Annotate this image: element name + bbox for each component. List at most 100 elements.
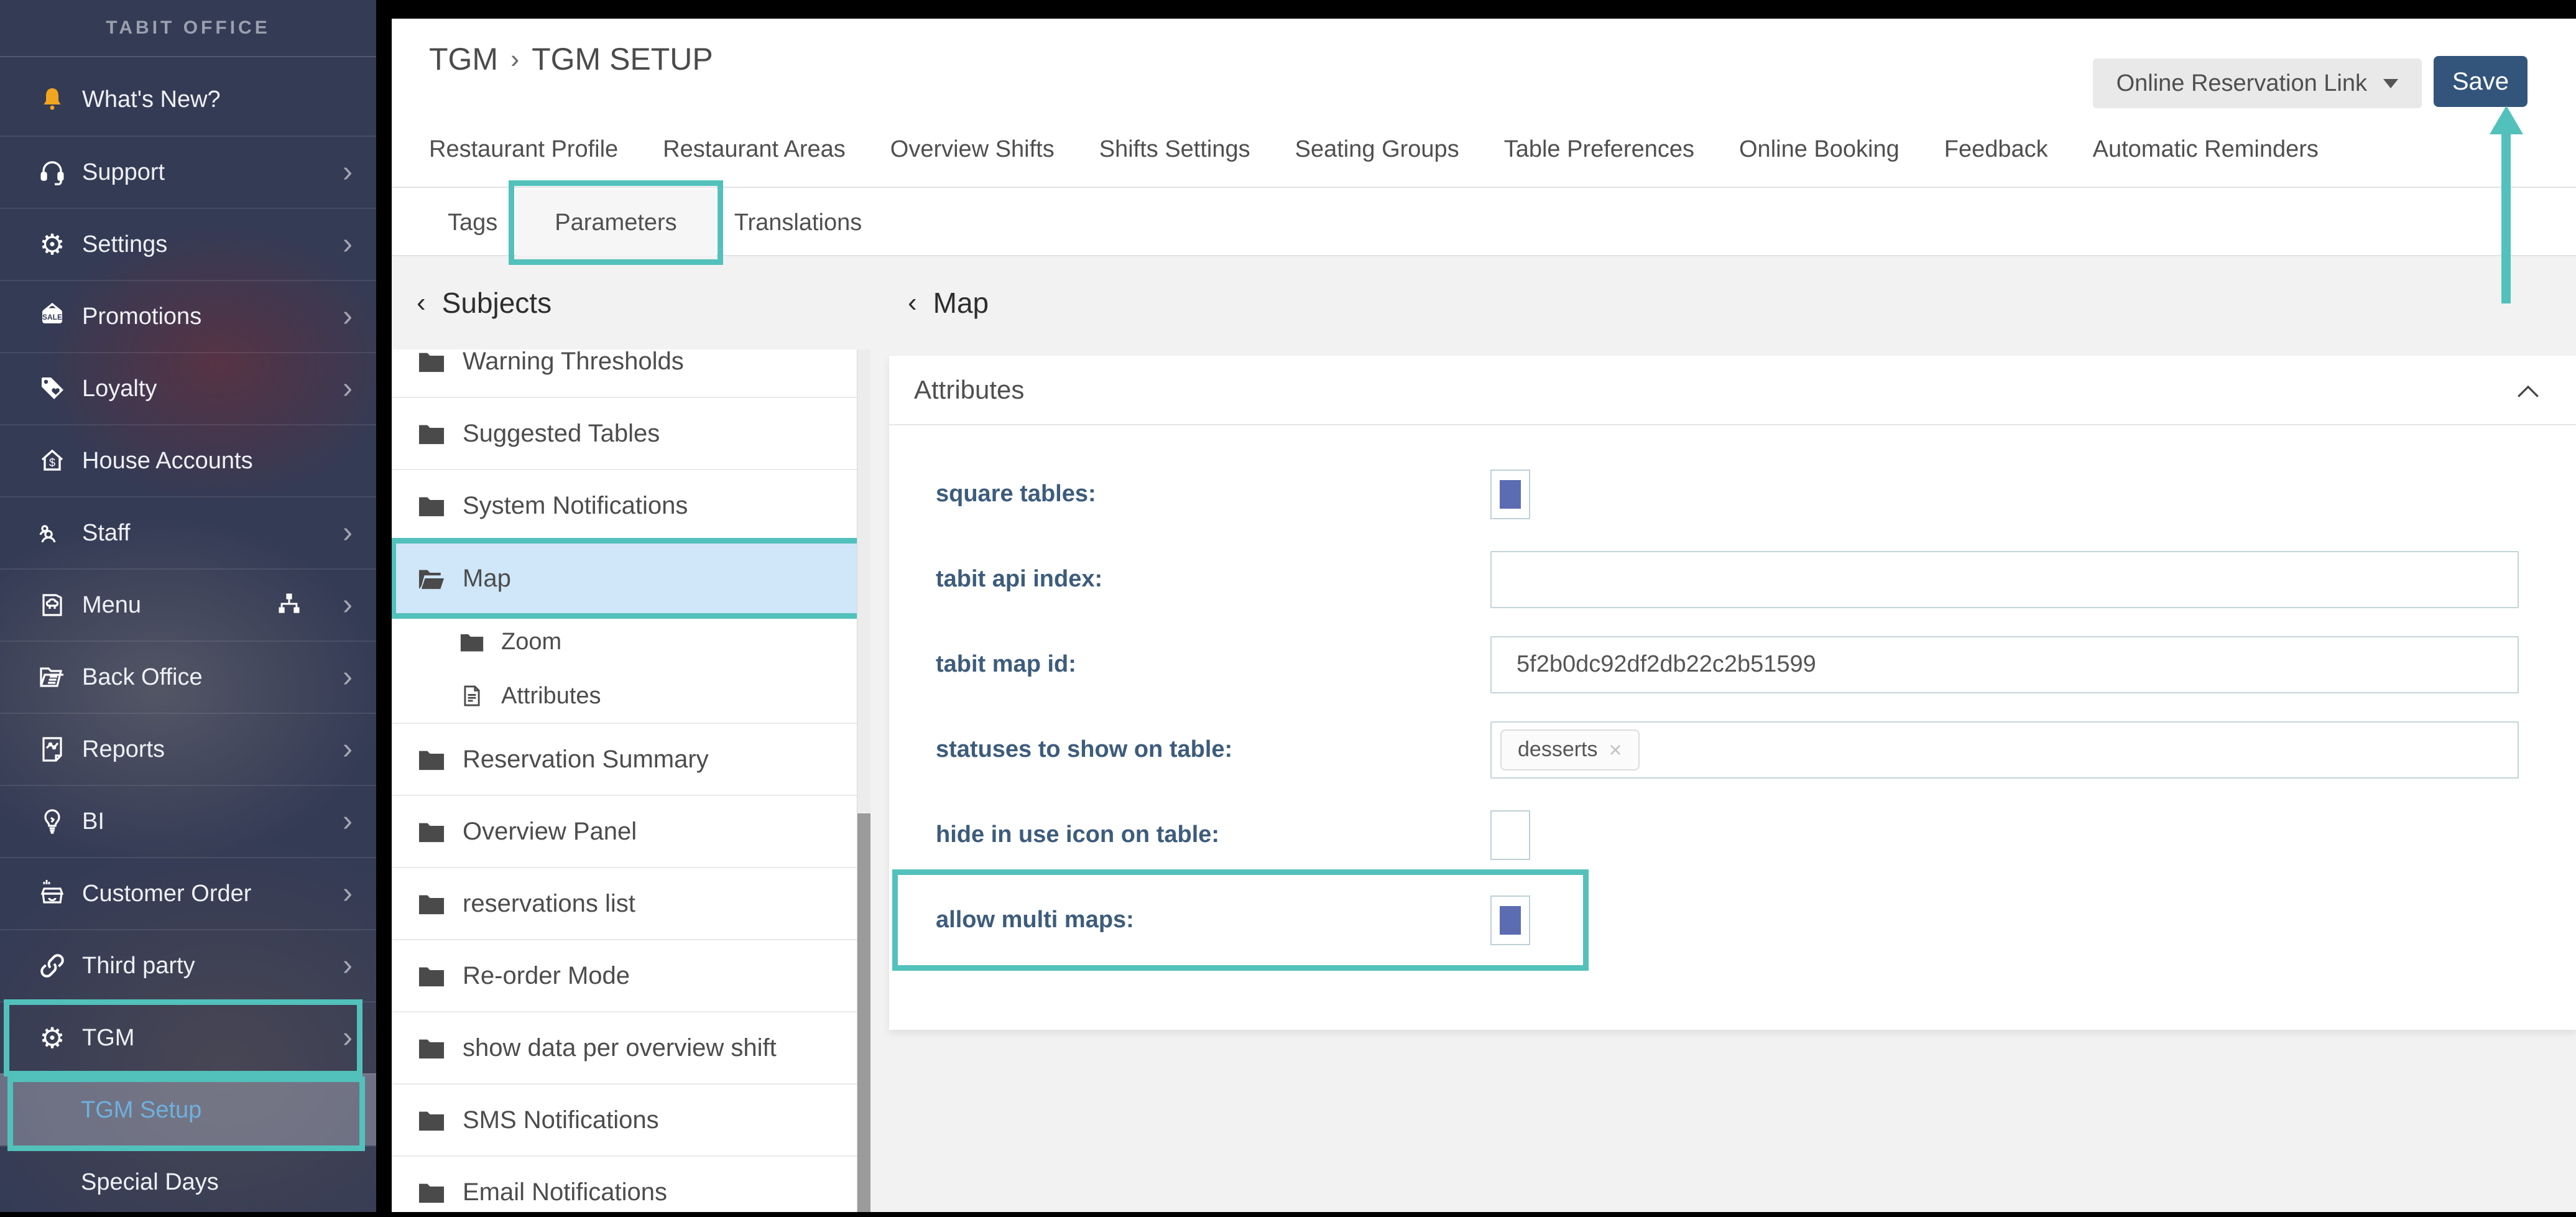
folder-icon: [417, 891, 446, 917]
map-panel: ‹ Map Attributes square tables: tabit ap: [889, 256, 2576, 1212]
subject-row-overview-panel[interactable]: Overview Panel: [392, 796, 870, 868]
sidebar-item-tgm[interactable]: ⚙ TGM ›: [0, 1001, 376, 1073]
sidebar-item-loyalty[interactable]: Loyalty ›: [0, 352, 376, 424]
sidebar-item-label: Promotions: [82, 303, 201, 330]
sidebar-item-tgm-setup[interactable]: TGM Setup: [0, 1073, 376, 1145]
folder-icon: [459, 630, 485, 654]
checkbox-checked-mark: [1500, 906, 1521, 935]
tab-tags[interactable]: Tags: [429, 189, 516, 256]
tab-online-booking[interactable]: Online Booking: [1739, 136, 1900, 163]
folder-doc-icon: [36, 661, 68, 693]
back-chevron-icon[interactable]: ‹: [908, 287, 917, 318]
square-tables-checkbox[interactable]: [1490, 470, 1530, 519]
sidebar-nav: What's New? Support › ⚙ Settings › SALE …: [0, 57, 376, 1212]
org-chart-icon[interactable]: [275, 590, 303, 621]
subjects-scrollbar[interactable]: [857, 349, 870, 1212]
sidebar-item-staff[interactable]: Staff ›: [0, 496, 376, 568]
field-label: tabit map id:: [936, 651, 1076, 678]
tab-translations[interactable]: Translations: [716, 189, 881, 256]
sidebar-item-label: TGM Setup: [81, 1097, 201, 1124]
map-title-label: Map: [933, 286, 989, 320]
subjects-list-card: Warning Thresholds Suggested Tables Syst…: [392, 349, 870, 1212]
folder-icon: [417, 1107, 446, 1133]
allow-multi-maps-checkbox[interactable]: [1490, 895, 1530, 945]
subject-row-warning-thresholds[interactable]: Warning Thresholds: [392, 349, 870, 398]
report-doc-icon: [36, 733, 68, 766]
tab-restaurant-areas[interactable]: Restaurant Areas: [663, 136, 846, 163]
subject-row-zoom[interactable]: Zoom: [392, 614, 870, 669]
sale-sign-icon: SALE: [36, 300, 68, 333]
dropdown-label: Online Reservation Link: [2117, 70, 2367, 97]
breadcrumb-root[interactable]: TGM: [429, 41, 498, 77]
breadcrumb-current: TGM SETUP: [532, 41, 713, 77]
sidebar-item-third-party[interactable]: Third party ›: [0, 929, 376, 1001]
sidebar-item-label: Settings: [82, 231, 167, 258]
sidebar-item-special-days[interactable]: Special Days: [0, 1145, 376, 1212]
sidebar-item-promotions[interactable]: SALE Promotions ›: [0, 280, 376, 352]
subject-row-map-selected[interactable]: Map: [392, 542, 870, 614]
field-row-tabit-api-index: tabit api index:: [889, 537, 2576, 622]
field-row-statuses-to-show: statuses to show on table: desserts ×: [889, 707, 2576, 792]
sidebar-item-reports[interactable]: Reports ›: [0, 713, 376, 785]
tab-parameters[interactable]: Parameters: [516, 189, 715, 256]
subject-row-show-data-per-overview-shift[interactable]: show data per overview shift: [392, 1012, 870, 1085]
tab-restaurant-profile[interactable]: Restaurant Profile: [429, 136, 618, 163]
field-row-hide-in-use-icon: hide in use icon on table:: [889, 792, 2576, 877]
subject-row-label: Warning Thresholds: [463, 349, 684, 376]
subjects-panel-title: ‹ Subjects: [392, 256, 870, 349]
chevron-right-icon: ›: [343, 807, 353, 836]
tabit-map-id-input[interactable]: [1490, 636, 2519, 693]
save-button[interactable]: Save: [2434, 56, 2528, 107]
gear-icon: ⚙: [36, 228, 68, 261]
status-chip-desserts[interactable]: desserts ×: [1500, 729, 1640, 770]
statuses-chips-input[interactable]: desserts ×: [1490, 721, 2519, 779]
tab-automatic-reminders[interactable]: Automatic Reminders: [2093, 136, 2319, 163]
subjects-panel: ‹ Subjects Warning Thresholds Suggested …: [392, 256, 870, 1212]
attributes-card: Attributes square tables: tabit api inde…: [889, 356, 2576, 1030]
online-reservation-link-dropdown[interactable]: Online Reservation Link: [2093, 58, 2422, 108]
tab-table-preferences[interactable]: Table Preferences: [1504, 136, 1694, 163]
subject-row-email-notifications[interactable]: Email Notifications: [392, 1157, 870, 1212]
tab-overview-shifts[interactable]: Overview Shifts: [890, 136, 1055, 163]
chevron-right-icon: ›: [343, 951, 353, 981]
folder-icon: [417, 1035, 446, 1061]
tab-feedback[interactable]: Feedback: [1944, 136, 2048, 163]
sidebar-item-back-office[interactable]: Back Office ›: [0, 641, 376, 713]
subject-row-sms-notifications[interactable]: SMS Notifications: [392, 1085, 870, 1157]
subject-row-reorder-mode[interactable]: Re-order Mode: [392, 940, 870, 1012]
map-panel-title: ‹ Map: [889, 256, 2576, 349]
back-chevron-icon[interactable]: ‹: [417, 287, 426, 318]
chevron-up-icon[interactable]: [2515, 377, 2541, 407]
subject-row-label: Re-order Mode: [463, 962, 630, 990]
tabit-api-index-input[interactable]: [1490, 551, 2519, 608]
sidebar-item-customer-order[interactable]: Customer Order ›: [0, 857, 376, 929]
tab-parameters-label: Parameters: [555, 210, 676, 236]
sidebar-item-house-accounts[interactable]: $ House Accounts: [0, 424, 376, 496]
subject-row-attributes[interactable]: Attributes: [392, 669, 870, 724]
subject-row-label: Zoom: [501, 629, 561, 655]
arrow-shaft: [2501, 134, 2511, 303]
subjects-list: Warning Thresholds Suggested Tables Syst…: [392, 349, 870, 1212]
sidebar-item-bi[interactable]: BI ›: [0, 785, 376, 857]
subject-row-reservation-summary[interactable]: Reservation Summary: [392, 724, 870, 796]
subject-row-suggested-tables[interactable]: Suggested Tables: [392, 398, 870, 470]
sidebar-item-settings[interactable]: ⚙ Settings ›: [0, 208, 376, 280]
tab-shifts-settings[interactable]: Shifts Settings: [1099, 136, 1250, 163]
scrollbar-thumb[interactable]: [857, 813, 870, 1212]
people-icon: [36, 517, 68, 549]
field-label: hide in use icon on table:: [936, 821, 1219, 848]
subject-row-label: Reservation Summary: [463, 746, 709, 774]
subject-row-label: System Notifications: [463, 492, 688, 520]
chip-remove-icon[interactable]: ×: [1609, 737, 1622, 763]
subject-row-system-notifications[interactable]: System Notifications: [392, 470, 870, 542]
sidebar-item-support[interactable]: Support ›: [0, 136, 376, 208]
folder-open-icon: [417, 565, 446, 591]
subject-row-label: Map: [463, 565, 511, 593]
sidebar-item-whats-new[interactable]: What's New?: [0, 63, 376, 136]
tab-seating-groups[interactable]: Seating Groups: [1295, 136, 1459, 163]
sidebar-item-menu[interactable]: Menu ›: [0, 568, 376, 641]
hide-in-use-icon-checkbox[interactable]: [1490, 810, 1530, 860]
gear-icon: ⚙: [36, 1022, 68, 1054]
subject-row-reservations-list[interactable]: reservations list: [392, 868, 870, 940]
attributes-section-header[interactable]: Attributes: [889, 356, 2576, 425]
